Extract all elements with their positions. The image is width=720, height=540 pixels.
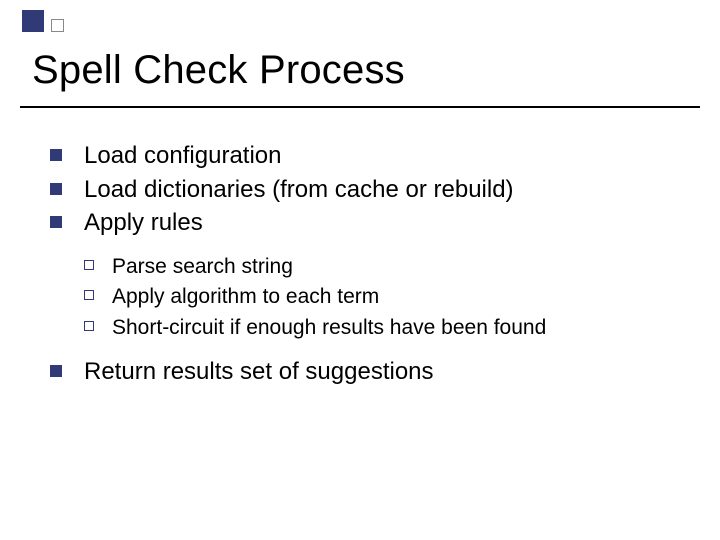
filled-square-icon — [50, 149, 62, 161]
filled-square-icon — [50, 365, 62, 377]
list-item: Parse search string — [84, 253, 680, 281]
list-item: Short-circuit if enough results have bee… — [84, 314, 680, 342]
corner-decoration — [22, 10, 64, 32]
list-item: Load dictionaries (from cache or rebuild… — [50, 174, 680, 206]
outline-square-icon — [84, 260, 94, 270]
filled-square-icon — [50, 216, 62, 228]
list-item-text: Parse search string — [112, 255, 293, 278]
filled-square-icon — [50, 183, 62, 195]
list-item-text: Short-circuit if enough results have bee… — [112, 316, 546, 339]
list-item-text: Apply algorithm to each term — [112, 285, 379, 308]
list-item: Apply rules — [50, 207, 680, 239]
list-item-text: Load dictionaries (from cache or rebuild… — [84, 176, 514, 203]
list-item: Apply algorithm to each term — [84, 283, 680, 311]
outline-square-icon — [84, 321, 94, 331]
sub-list: Parse search string Apply algorithm to e… — [50, 253, 680, 342]
title-underline — [20, 106, 700, 108]
square-outline-icon — [51, 19, 64, 32]
list-item: Return results set of suggestions — [50, 356, 680, 388]
slide: Spell Check Process Load configuration L… — [0, 0, 720, 540]
list-item-text: Load configuration — [84, 142, 281, 169]
square-icon — [22, 10, 44, 32]
slide-body: Load configuration Load dictionaries (fr… — [50, 140, 680, 390]
list-item-text: Return results set of suggestions — [84, 358, 434, 385]
list-item-text: Apply rules — [84, 209, 203, 236]
outline-square-icon — [84, 290, 94, 300]
list-item: Load configuration — [50, 140, 680, 172]
slide-title: Spell Check Process — [32, 48, 405, 93]
